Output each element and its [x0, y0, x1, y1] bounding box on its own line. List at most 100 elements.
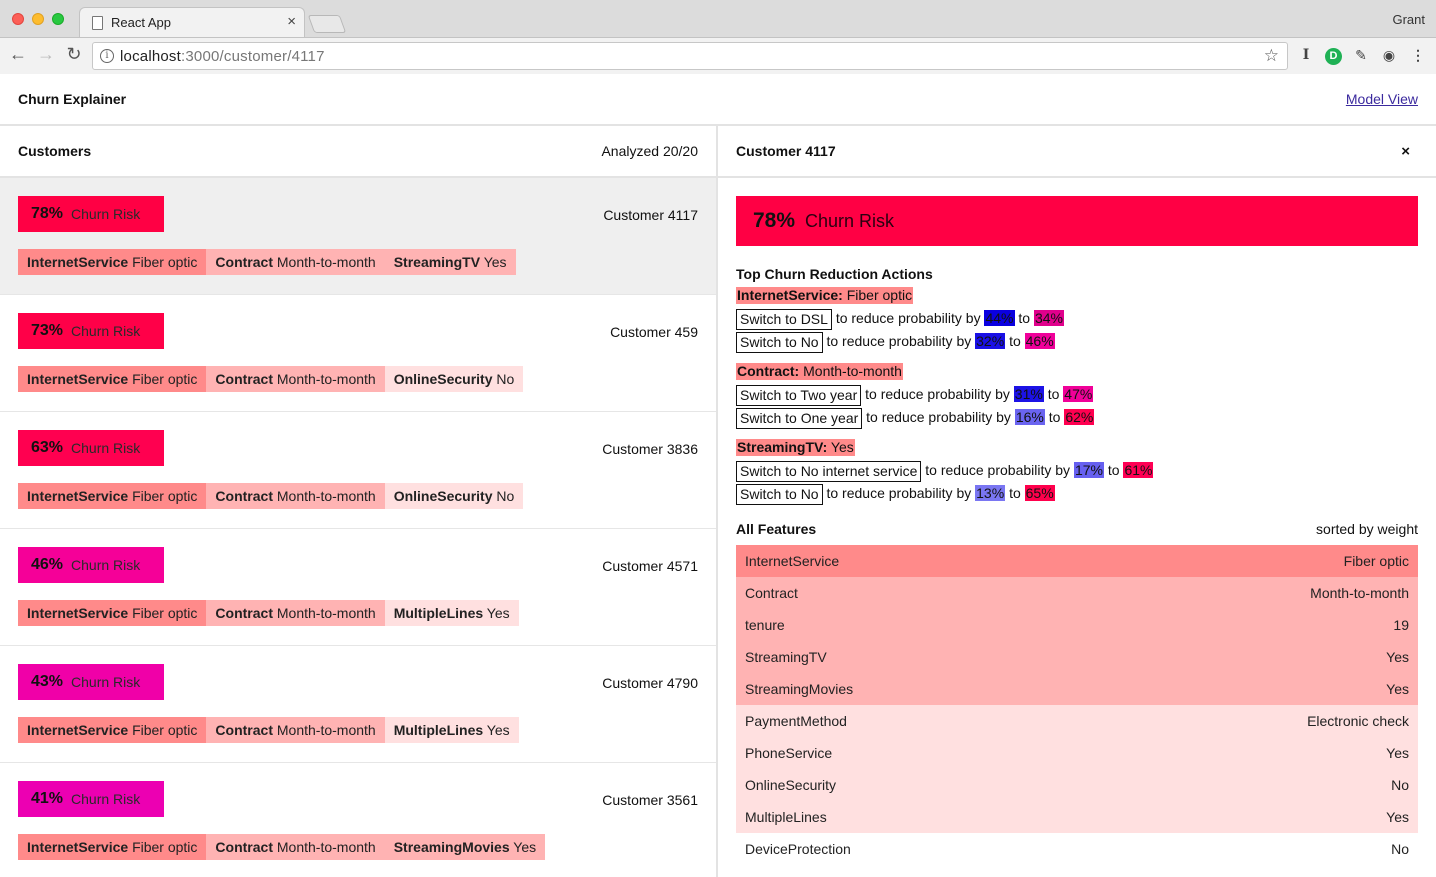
- risk-percent: 43%: [31, 673, 64, 690]
- risk-badge: 78% Churn Risk: [18, 196, 164, 232]
- risk-percent: 63%: [31, 439, 64, 456]
- customers-header: Customers Analyzed 20/20: [0, 126, 716, 178]
- action-row: Switch to DSL to reduce probability by 4…: [736, 309, 1418, 330]
- new-probability: 61%: [1123, 462, 1154, 479]
- new-probability: 62%: [1064, 409, 1095, 426]
- risk-badge: 73% Churn Risk: [18, 313, 164, 349]
- feature-chip: Contract Month-to-month: [206, 483, 385, 509]
- feature-chip: OnlineSecurity No: [384, 483, 524, 509]
- back-arrow-icon[interactable]: ←: [8, 44, 28, 65]
- close-icon[interactable]: ×: [1401, 143, 1410, 160]
- feature-value: Yes: [483, 254, 507, 270]
- extension-green-icon[interactable]: D: [1325, 48, 1342, 65]
- feature-value: Month-to-month: [276, 371, 376, 387]
- new-probability: 47%: [1063, 386, 1094, 403]
- feature-name: StreamingTV:: [737, 439, 828, 455]
- risk-badge: 63% Churn Risk: [18, 430, 164, 466]
- url-text[interactable]: localhost:3000/customer/4117: [120, 48, 325, 65]
- model-view-link[interactable]: Model View: [1346, 91, 1418, 107]
- feature-value: Yes: [830, 439, 854, 455]
- feature-name: InternetService: [745, 553, 840, 569]
- feature-value: Fiber optic: [132, 839, 198, 855]
- customer-row[interactable]: 73% Churn Risk Customer 459 InternetService…: [0, 295, 716, 412]
- feature-chip: Contract Month-to-month: [206, 249, 385, 275]
- feature-chip: Contract Month-to-month: [206, 834, 385, 860]
- app-title: Churn Explainer: [18, 91, 127, 107]
- to-text: to: [1048, 409, 1061, 426]
- feature-chip: InternetService Fiber optic: [18, 834, 207, 860]
- feature-row: tenure 19: [736, 609, 1418, 641]
- to-text: to: [1009, 485, 1021, 502]
- churn-risk-banner: 78% Churn Risk: [736, 196, 1418, 246]
- extension-i-icon[interactable]: I: [1297, 47, 1315, 63]
- extension-pen-icon[interactable]: ✎: [1352, 47, 1370, 64]
- switch-action-button[interactable]: Switch to No internet service: [736, 461, 922, 482]
- feature-name: Contract: [215, 722, 273, 738]
- switch-action-button[interactable]: Switch to No: [736, 484, 823, 505]
- feature-chip: OnlineSecurity No: [384, 366, 524, 392]
- risk-percent: 46%: [31, 556, 64, 573]
- feature-chip: Contract Month-to-month: [206, 366, 385, 392]
- feature-chip: InternetService Fiber optic: [18, 249, 207, 275]
- feature-row: StreamingTV Yes: [736, 641, 1418, 673]
- tab-close-icon[interactable]: ×: [287, 13, 296, 30]
- feature-value: Yes: [1386, 681, 1409, 697]
- new-tab-button[interactable]: [307, 15, 347, 33]
- maximize-window-button[interactable]: [52, 13, 64, 25]
- feature-value: No: [1391, 777, 1409, 793]
- switch-action-button[interactable]: Switch to DSL: [736, 309, 832, 330]
- customer-id: Customer 4117: [603, 207, 698, 223]
- action-group: StreamingTV: Yes Switch to No internet se…: [736, 439, 1418, 505]
- browser-tab[interactable]: React App ×: [79, 7, 305, 38]
- customer-row[interactable]: 78% Churn Risk Customer 4117 InternetServic…: [0, 178, 716, 295]
- minimize-window-button[interactable]: [32, 13, 44, 25]
- profile-name[interactable]: Grant: [1392, 12, 1425, 27]
- extension-bug-icon[interactable]: ◉: [1380, 47, 1398, 64]
- detail-title: Customer 4117: [736, 143, 836, 159]
- feature-value: Electronic check: [1307, 713, 1409, 729]
- info-icon[interactable]: i: [100, 49, 114, 63]
- customer-row[interactable]: 41% Churn Risk Customer 3561 InternetServic…: [0, 763, 716, 877]
- feature-value: Yes: [486, 605, 510, 621]
- risk-percent: 78%: [753, 209, 796, 232]
- switch-action-button[interactable]: Switch to No: [736, 332, 823, 353]
- feature-name: InternetService: [27, 488, 129, 504]
- detail-header: Customer 4117 ×: [718, 126, 1436, 178]
- tab-title: React App: [111, 15, 171, 30]
- feature-value: Fiber optic: [132, 254, 198, 270]
- feature-value: Month-to-month: [276, 488, 376, 504]
- forward-arrow-icon[interactable]: →: [36, 44, 56, 65]
- feature-name: StreamingTV: [393, 254, 481, 270]
- address-bar[interactable]: i localhost:3000/customer/4117 ☆: [92, 42, 1288, 70]
- feature-chip: StreamingTV Yes: [384, 249, 516, 275]
- feature-value: Yes: [1386, 649, 1409, 665]
- reload-icon[interactable]: ↻: [64, 44, 84, 65]
- feature-chip: InternetService Fiber optic: [18, 366, 207, 392]
- feature-name: StreamingTV: [745, 649, 827, 665]
- risk-percent: 78%: [31, 205, 64, 222]
- customer-row[interactable]: 46% Churn Risk Customer 4571 InternetServic…: [0, 529, 716, 646]
- feature-group-label: Contract: Month-to-month: [736, 363, 903, 380]
- feature-value: No: [496, 371, 515, 387]
- browser-menu-icon[interactable]: ⋮: [1409, 47, 1427, 64]
- feature-name: InternetService: [27, 839, 129, 855]
- action-row: Switch to No to reduce probability by 32…: [736, 332, 1418, 353]
- close-window-button[interactable]: [12, 13, 24, 25]
- to-text: to: [1018, 310, 1031, 327]
- action-row: Switch to No internet service to reduce …: [736, 461, 1418, 482]
- customer-row[interactable]: 63% Churn Risk Customer 3836 InternetServic…: [0, 412, 716, 529]
- customer-row[interactable]: 43% Churn Risk Customer 4790 InternetServic…: [0, 646, 716, 763]
- customer-id: Customer 4790: [602, 675, 698, 691]
- all-features-title: All Features: [736, 521, 817, 537]
- customer-detail-panel: Customer 4117 × 78% Churn Risk Top Churn…: [718, 126, 1436, 877]
- switch-action-button[interactable]: Switch to Two year: [736, 385, 862, 406]
- new-probability: 46%: [1024, 333, 1055, 350]
- feature-name: DeviceProtection: [745, 841, 851, 857]
- bookmark-star-icon[interactable]: ☆: [1264, 46, 1279, 66]
- feature-value: Month-to-month: [276, 254, 376, 270]
- feature-value: Fiber optic: [132, 371, 198, 387]
- customer-id: Customer 4571: [602, 558, 698, 574]
- switch-action-button[interactable]: Switch to One year: [736, 408, 863, 429]
- feature-name: OnlineSecurity: [393, 371, 493, 387]
- to-text: to: [1009, 333, 1021, 350]
